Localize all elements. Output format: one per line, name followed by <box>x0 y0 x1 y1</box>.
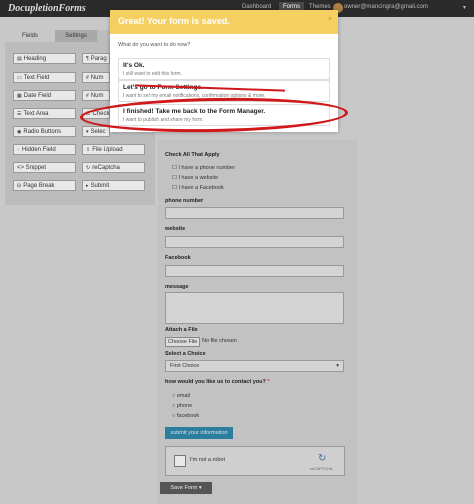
paragraph-icon: ¶ <box>86 56 89 62</box>
recaptcha-icon: ↻ <box>318 453 327 464</box>
user-email[interactable]: owner@mancingra@gmail.com <box>344 4 428 10</box>
field-recaptcha-button[interactable]: ↻ reCaptcha <box>82 162 145 173</box>
check-option[interactable]: ☐ I have a Facebook <box>172 185 224 191</box>
captcha-brand: reCAPTCHA <box>310 466 333 471</box>
text-field-icon: ▭ <box>17 75 22 81</box>
field-upload-button[interactable]: ⇪ File Upload <box>82 144 145 155</box>
submit-info-button[interactable]: submit your information <box>165 427 233 439</box>
eye-slash-icon: ◌ <box>17 147 20 153</box>
captcha-label: I'm not a robot <box>190 457 225 463</box>
tab-fields[interactable]: Fields <box>5 30 55 42</box>
field-heading-button[interactable]: ▤ Heading <box>13 53 76 64</box>
choice-select[interactable]: First Choice ▾ <box>165 360 344 372</box>
file-status: No file chosen <box>202 338 237 344</box>
field-paragraph-button[interactable]: ¶ Parag <box>82 53 110 64</box>
app-logo[interactable]: DocupletionForms <box>8 3 86 14</box>
check-label: Check All That Apply <box>165 152 220 158</box>
field-date-button[interactable]: ▦ Date Field <box>13 90 76 101</box>
choose-file-button[interactable]: Choose File <box>165 337 201 347</box>
field-pagebreak-button[interactable]: ⊟ Page Break <box>13 180 76 191</box>
number-icon: # <box>86 93 89 99</box>
radio-option[interactable]: ○ facebook <box>172 413 199 419</box>
upload-icon: ⇪ <box>86 147 91 153</box>
facebook-input[interactable] <box>165 265 344 277</box>
recaptcha-widget: I'm not a robot ↻ reCAPTCHA <box>165 446 345 476</box>
field-submit-button[interactable]: ▸ Submit <box>82 180 145 191</box>
radio-option[interactable]: ○ email <box>172 393 190 399</box>
field-text-button[interactable]: ▭ Text Field <box>13 72 76 83</box>
website-label: website <box>165 226 186 232</box>
check-option[interactable]: ☐ I have a website <box>172 175 218 181</box>
close-icon[interactable]: × <box>328 16 332 23</box>
chevron-down-icon: ▾ <box>336 363 339 369</box>
field-number-button[interactable]: # Num <box>82 72 110 83</box>
file-label: Attach a File <box>165 327 198 333</box>
dialog-header: Great! Your form is saved. × <box>110 10 338 34</box>
radio-option[interactable]: ○ phone <box>172 403 192 409</box>
facebook-label: Facebook <box>165 255 191 261</box>
chevron-down-icon: ▾ <box>198 485 202 491</box>
field-hidden-button[interactable]: ◌ Hidden Field <box>13 144 76 155</box>
dialog-title: Great! Your form is saved. <box>118 16 230 26</box>
phone-input[interactable] <box>165 207 344 219</box>
number-icon: # <box>86 75 89 81</box>
submit-icon: ▸ <box>86 183 89 189</box>
heading-icon: ▤ <box>17 56 22 62</box>
field-number2-button[interactable]: # Num <box>82 90 110 101</box>
phone-label: phone number <box>165 198 204 204</box>
textarea-icon: ☰ <box>17 111 22 117</box>
message-textarea[interactable] <box>165 292 344 324</box>
captcha-checkbox[interactable] <box>174 455 186 467</box>
choice-keep-editing[interactable]: It's Ok. I still want to edit this form. <box>118 58 330 80</box>
website-input[interactable] <box>165 236 344 248</box>
tab-settings[interactable]: Settings <box>55 30 97 42</box>
page-break-icon: ⊟ <box>17 183 22 189</box>
field-textarea-button[interactable]: ☰ Text Area <box>13 108 76 119</box>
calendar-icon: ▦ <box>17 93 22 99</box>
save-form-button[interactable]: Save Form ▾ <box>160 482 212 494</box>
message-label: message <box>165 284 189 290</box>
contact-label: how would you like us to contact you? * <box>165 379 270 385</box>
recaptcha-icon: ↻ <box>86 165 91 171</box>
check-option[interactable]: ☐ I have a phone number <box>172 165 235 171</box>
select-label: Select a Choice <box>165 351 206 357</box>
chevron-down-icon[interactable]: ▾ <box>463 4 466 11</box>
field-radio-button[interactable]: ◉ Radio Buttons <box>13 126 76 137</box>
dialog-question: What do you want to do now? <box>118 42 191 48</box>
field-snippet-button[interactable]: <> Snippet <box>13 162 76 173</box>
field-select-button[interactable]: ▾ Selec <box>82 126 110 137</box>
select-icon: ▾ <box>86 129 89 135</box>
radio-icon: ◉ <box>17 129 22 135</box>
